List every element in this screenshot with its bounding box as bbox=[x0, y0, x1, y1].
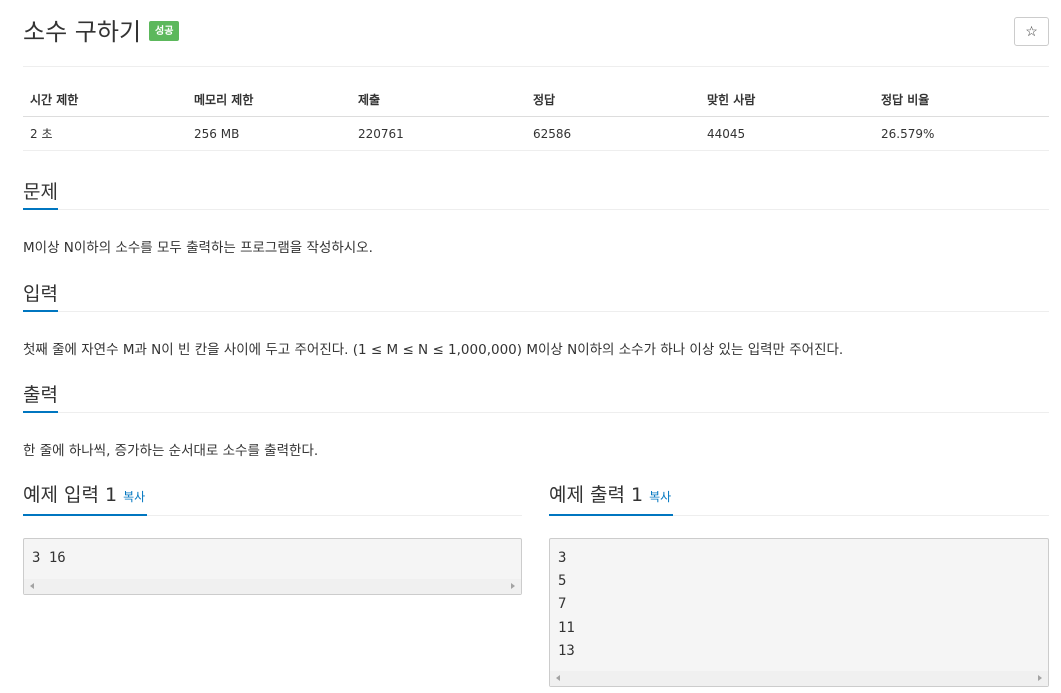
star-icon: ☆ bbox=[1025, 23, 1038, 39]
output-section: 출력 한 줄에 하나씩, 증가하는 순서대로 소수를 출력한다. bbox=[23, 381, 1049, 461]
sample-output-content: 3 5 7 11 13 bbox=[558, 550, 575, 659]
info-header-time-limit: 시간 제한 bbox=[23, 83, 187, 117]
problem-title-text: 소수 구하기 bbox=[23, 18, 142, 46]
sample-input-panel: 예제 입력 1 복사 3 16 bbox=[23, 478, 522, 595]
problem-section-title: 문제 bbox=[23, 178, 58, 210]
input-description: 첫째 줄에 자연수 M과 N이 빈 칸을 사이에 두고 주어진다. (1 ≤ M… bbox=[23, 342, 844, 358]
info-value-row: 2 초 256 MB 220761 62586 44045 26.579% bbox=[23, 116, 1049, 151]
info-value-submissions: 220761 bbox=[351, 116, 526, 151]
scroll-right-arrow-icon[interactable] bbox=[1038, 675, 1042, 681]
sample-input-content: 3 16 bbox=[32, 550, 66, 566]
sample-input-title: 예제 입력 1 복사 bbox=[23, 478, 148, 516]
info-header-memory-limit: 메모리 제한 bbox=[187, 83, 351, 117]
input-section-title: 입력 bbox=[23, 280, 58, 312]
star-button[interactable]: ☆ bbox=[1014, 17, 1049, 46]
output-description: 한 줄에 하나씩, 증가하는 순서대로 소수를 출력한다. bbox=[23, 443, 319, 459]
problem-page: 소수 구하기 성공 ☆ 시간 제한 메모리 제한 제출 정답 맞힌 사람 정답 비… bbox=[23, 0, 1049, 687]
scroll-right-arrow-icon[interactable] bbox=[511, 583, 515, 589]
info-value-memory-limit: 256 MB bbox=[187, 116, 351, 151]
info-header-row: 시간 제한 메모리 제한 제출 정답 맞힌 사람 정답 비율 bbox=[23, 83, 1049, 117]
sample-output-panel: 예제 출력 1 복사 3 5 7 11 13 bbox=[549, 478, 1049, 687]
info-header-accepted: 정답 bbox=[526, 83, 700, 117]
copy-sample-output-button[interactable]: 복사 bbox=[649, 490, 671, 504]
sample-output-box: 3 5 7 11 13 bbox=[549, 538, 1049, 687]
sample-input-title-text: 예제 입력 1 bbox=[23, 484, 118, 506]
problem-section-head: 문제 bbox=[23, 178, 1049, 210]
sample-output-scrollbar[interactable] bbox=[550, 671, 1048, 686]
copy-sample-input-button[interactable]: 복사 bbox=[123, 490, 145, 504]
sample-input-box: 3 16 bbox=[23, 538, 522, 595]
problem-info-table: 시간 제한 메모리 제한 제출 정답 맞힌 사람 정답 비율 2 초 256 M… bbox=[23, 83, 1049, 151]
input-section: 입력 첫째 줄에 자연수 M과 N이 빈 칸을 사이에 두고 주어진다. (1 … bbox=[23, 280, 1049, 360]
output-section-head: 출력 bbox=[23, 381, 1049, 413]
output-section-title: 출력 bbox=[23, 381, 58, 413]
status-badge: 성공 bbox=[149, 21, 180, 41]
scroll-left-arrow-icon[interactable] bbox=[556, 675, 560, 681]
info-value-accepted: 62586 bbox=[526, 116, 700, 151]
sample-output-title-text: 예제 출력 1 bbox=[549, 484, 644, 506]
problem-header: 소수 구하기 성공 ☆ bbox=[23, 0, 1049, 67]
info-value-accept-ratio: 26.579% bbox=[874, 116, 1049, 151]
page-title: 소수 구하기 성공 bbox=[23, 17, 180, 47]
info-header-accept-ratio: 정답 비율 bbox=[874, 83, 1049, 117]
sample-output-head: 예제 출력 1 복사 bbox=[549, 478, 1049, 516]
info-header-submissions: 제출 bbox=[351, 83, 526, 117]
sample-output-title: 예제 출력 1 복사 bbox=[549, 478, 674, 516]
problem-section: 문제 M이상 N이하의 소수를 모두 출력하는 프로그램을 작성하시오. bbox=[23, 178, 1049, 258]
sample-input-head: 예제 입력 1 복사 bbox=[23, 478, 522, 516]
input-section-head: 입력 bbox=[23, 280, 1049, 312]
info-value-time-limit: 2 초 bbox=[23, 116, 187, 151]
sample-input-scrollbar[interactable] bbox=[24, 579, 521, 594]
problem-description: M이상 N이하의 소수를 모두 출력하는 프로그램을 작성하시오. bbox=[23, 240, 373, 256]
info-header-solved-users: 맞힌 사람 bbox=[700, 83, 874, 117]
scroll-left-arrow-icon[interactable] bbox=[30, 583, 34, 589]
info-value-solved-users: 44045 bbox=[700, 116, 874, 151]
